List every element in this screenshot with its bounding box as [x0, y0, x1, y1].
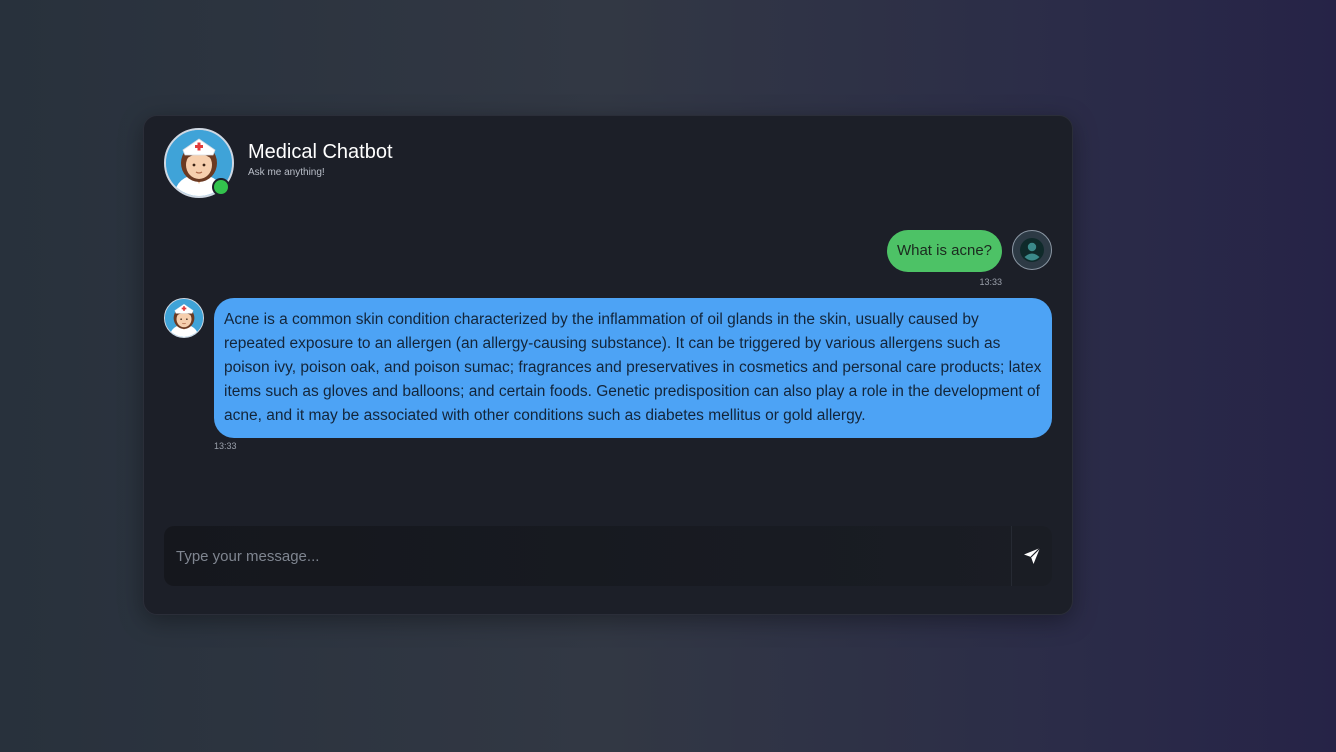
nurse-avatar-icon	[165, 299, 203, 337]
message-composer	[164, 526, 1052, 586]
user-avatar-icon	[1020, 238, 1044, 262]
online-status-indicator	[212, 178, 230, 196]
user-avatar	[1012, 230, 1052, 270]
bot-avatar	[164, 128, 234, 198]
message-timestamp: 13:33	[214, 441, 237, 451]
user-message-bubble: What is acne?	[886, 230, 1002, 272]
chat-window: Medical Chatbot Ask me anything! What is…	[143, 115, 1073, 615]
message-input[interactable]	[164, 526, 1012, 586]
bot-message-bubble: Acne is a common skin condition characte…	[214, 298, 1052, 438]
chat-subtitle: Ask me anything!	[248, 166, 325, 178]
message-timestamp: 13:33	[979, 277, 1002, 287]
chat-header: Medical Chatbot Ask me anything!	[164, 128, 393, 198]
send-icon	[1024, 547, 1041, 564]
header-text: Medical Chatbot Ask me anything!	[248, 139, 393, 178]
chat-title: Medical Chatbot	[248, 140, 393, 163]
send-button[interactable]	[1011, 526, 1052, 586]
bot-message-avatar	[164, 298, 204, 338]
